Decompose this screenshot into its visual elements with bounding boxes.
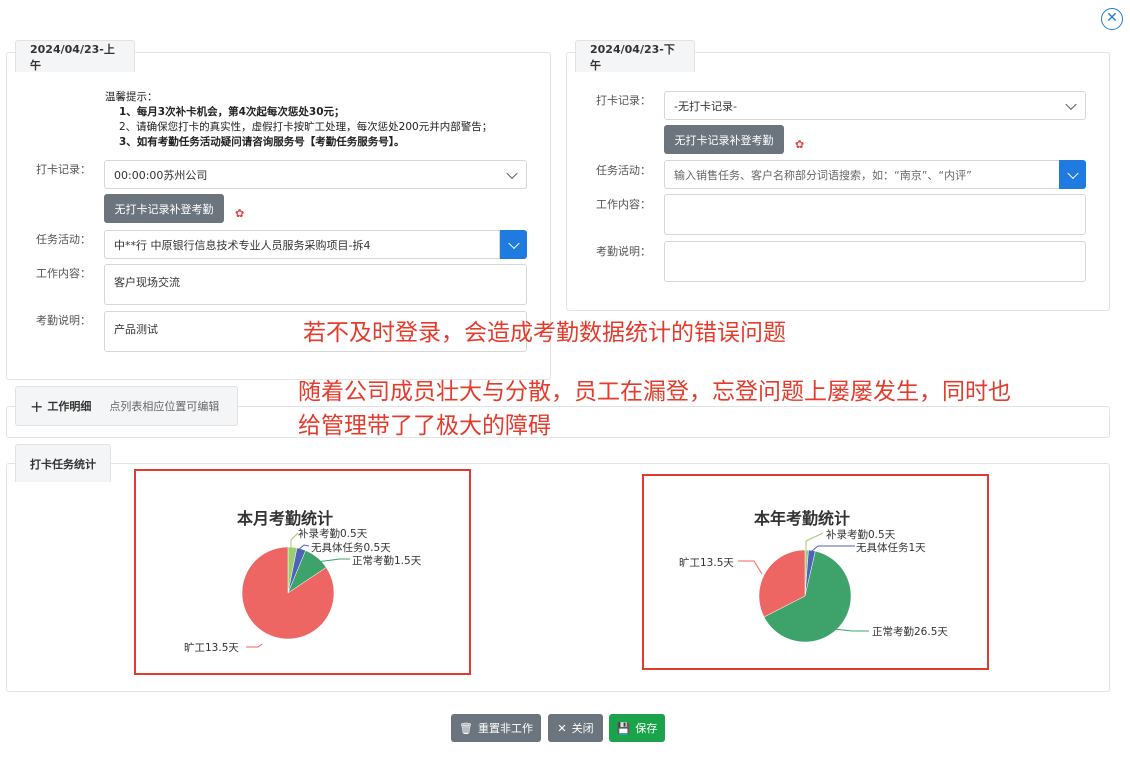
chevron-down-icon [506,167,518,179]
afternoon-punch-select[interactable]: -无打卡记录- [664,91,1086,120]
morning-work-value: 客户现场交流 [114,276,180,289]
morning-work-label: 工作内容： [36,267,91,280]
morning-task-dropdown-button[interactable] [500,230,527,259]
month-label-absent: 旷工13.5天 [184,642,239,654]
morning-attendance-value: 产品测试 [114,323,158,336]
gear-icon[interactable]: ✿ [235,207,244,220]
morning-punch-label: 打卡记录： [36,163,91,176]
morning-supplement-button[interactable]: 无打卡记录补登考勤 [104,194,224,223]
close-icon: ✕ [557,721,567,735]
month-label-normal: 正常考勤1.5天 [352,555,422,567]
trash-icon: 🗑 [459,721,473,735]
gear-icon[interactable]: ✿ [795,138,804,151]
reset-nonwork-button[interactable]: 🗑 重置非工作 [451,714,541,742]
close-button[interactable]: ✕ 关闭 [548,714,603,742]
afternoon-work-textarea[interactable] [664,194,1086,235]
stats-tab[interactable]: 打卡任务统计 [15,444,111,482]
save-label: 保存 [635,722,658,735]
afternoon-task-input[interactable]: 输入销售任务、客户名称部分词语搜索，如：“南京”、“内评” [664,160,1060,189]
morning-punch-value: 00:00:00苏州公司 [114,168,208,182]
chevron-down-icon [1065,98,1077,110]
notice-title: 温馨提示： [105,91,158,103]
save-icon: 💾 [616,721,631,735]
afternoon-task-dropdown-button[interactable] [1059,160,1086,189]
year-label-notask: 无具体任务1天 [856,542,926,554]
year-chart-title: 本年考勤统计 [754,509,851,528]
close-circle-icon[interactable]: ✕ [1101,8,1123,30]
work-detail-tab[interactable]: + 工作明细 点列表相应位置可编辑 [15,386,238,426]
afternoon-punch-label: 打卡记录： [596,94,651,107]
afternoon-work-label: 工作内容： [596,198,651,211]
reset-nonwork-label: 重置非工作 [477,722,533,735]
plus-icon: + [30,396,44,416]
afternoon-task-label: 任务活动： [596,164,651,177]
morning-punch-select[interactable]: 00:00:00苏州公司 [104,160,527,189]
afternoon-attendance-textarea[interactable] [664,241,1086,282]
month-label-supplement: 补录考勤0.5天 [298,528,368,540]
afternoon-supplement-button[interactable]: 无打卡记录补登考勤 [664,125,784,154]
work-detail-title: 工作明细 [47,400,92,413]
notice-block: 温馨提示： 1、每月3次补卡机会，第4次起每次惩处30元； 2、请确保您打卡的真… [105,90,535,150]
chevron-down-icon [508,237,520,249]
work-detail-hint: 点列表相应位置可编辑 [109,400,220,413]
morning-work-textarea[interactable]: 客户现场交流 [104,264,527,305]
morning-task-label: 任务活动： [36,233,91,246]
notice-line-3: 3、如有考勤任务活动疑问请咨询服务号【考勤任务服务号】。 [119,136,405,148]
annotation-text-3: 给管理带了了极大的障碍 [298,413,551,439]
annotation-text-1: 若不及时登录，会造成考勤数据统计的错误问题 [303,320,786,346]
afternoon-task-placeholder: 输入销售任务、客户名称部分词语搜索，如：“南京”、“内评” [674,168,972,182]
afternoon-attendance-label: 考勤说明： [596,245,651,258]
morning-tab[interactable]: 2024/04/23-上午 [15,40,135,72]
morning-task-input[interactable]: 中**行 中原银行信息技术专业人员服务采购项目-拆4 [104,230,500,259]
notice-line-2: 2、请确保您打卡的真实性，虚假打卡按旷工处理，每次惩处200元并内部警告； [119,121,493,133]
annotation-text-2: 随着公司成员壮大与分散，员工在漏登，忘登问题上屡屡发生，同时也 [298,379,1011,405]
year-label-normal: 正常考勤26.5天 [872,626,948,638]
afternoon-tab[interactable]: 2024/04/23-下午 [575,40,695,72]
notice-line-1: 1、每月3次补卡机会，第4次起每次惩处30元； [119,106,345,118]
morning-task-value: 中**行 中原银行信息技术专业人员服务采购项目-拆4 [114,238,371,252]
morning-attendance-label: 考勤说明： [36,314,91,327]
save-button[interactable]: 💾 保存 [609,714,665,742]
close-label: 关闭 [571,722,594,735]
chevron-down-icon [1067,167,1079,179]
annotation-box-year [642,474,989,670]
afternoon-punch-value: -无打卡记录- [674,99,737,113]
year-label-absent: 旷工13.5天 [679,557,734,569]
